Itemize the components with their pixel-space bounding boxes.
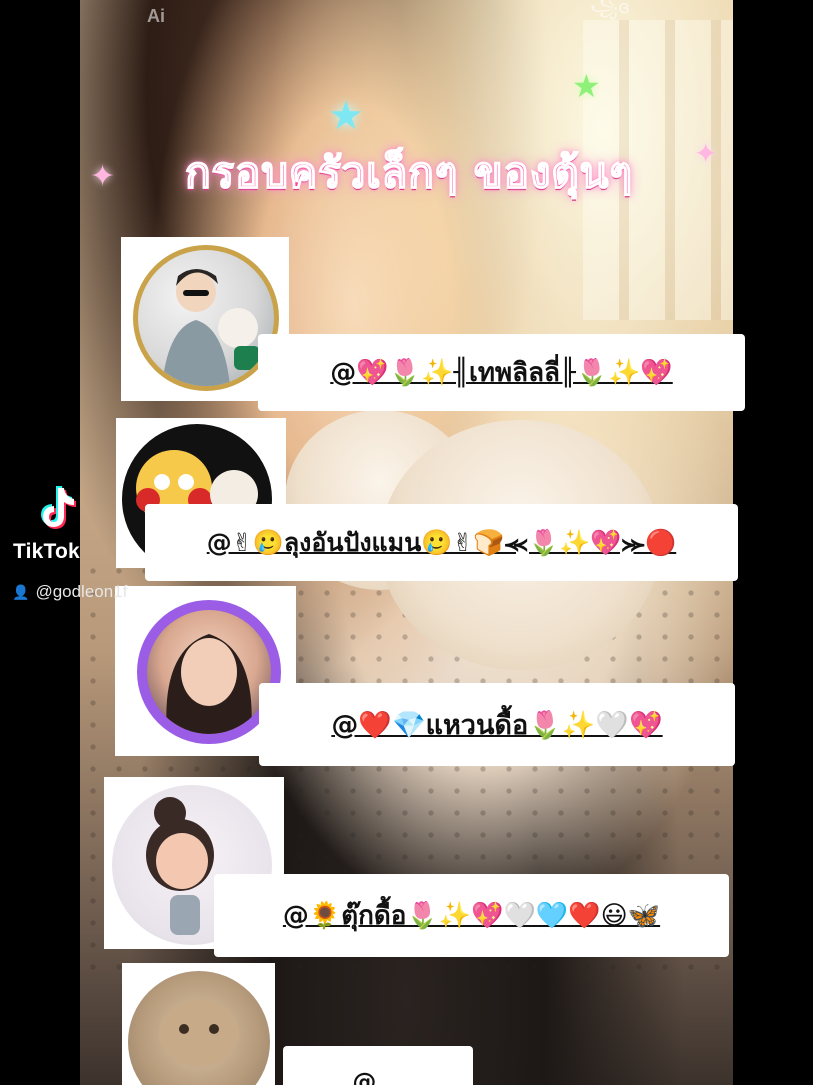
tiktok-username-text: @godleon1f [35,582,128,601]
member-name: @💖🌷✨╢เทพลิลลี่╟🌷✨💖 [330,358,673,388]
man-silhouette-icon [162,269,260,386]
cat-face-icon [159,999,239,1067]
member-name: @✌🥲ลุงอันปังแมน🥲✌🍞⪻🌷✨💖⪼🔴 [206,527,677,557]
video-screen[interactable]: Ai ꧁ɞ ★ ★ ✦ ✦ กรอบครัวเล็กๆ ของตุ้นๆ @💖🌷… [0,0,813,1085]
top-corner-watermark: ꧁ɞ [590,0,631,18]
member-name-card: @... [283,1046,473,1085]
tiktok-username[interactable]: 👤 @godleon1f [12,582,162,602]
member-name-card: @❤️💎แหวนดื้อ🌷✨🤍💖 [259,683,735,766]
tiktok-logo-icon [41,486,76,529]
member-name: @❤️💎แหวนดื้อ🌷✨🤍💖 [331,710,663,741]
video-title: กรอบครัวเล็กๆ ของตุ้นๆ [184,147,633,198]
ai-watermark: Ai [147,6,165,26]
member-name-card: @💖🌷✨╢เทพลิลลี่╟🌷✨💖 [258,334,745,411]
person-icon: 👤 [12,584,30,600]
member-name: @... [352,1068,404,1085]
member-name: @🌻ตุ๊กดื้อ🌷✨💖🤍🩵❤️😃🦋 [282,901,661,931]
tiktok-wordmark: TikTok [13,540,80,563]
member-name-card: @🌻ตุ๊กดื้อ🌷✨💖🤍🩵❤️😃🦋 [214,874,729,957]
member-name-card: @✌🥲ลุงอันปังแมน🥲✌🍞⪻🌷✨💖⪼🔴 [145,504,738,581]
sparkle-star-icon: ★ [572,67,601,105]
sparkle-star-icon: ★ [328,93,364,139]
member-avatar [122,963,275,1085]
cat-photo-avatar-icon [128,971,270,1085]
girl-face-icon [166,634,252,734]
